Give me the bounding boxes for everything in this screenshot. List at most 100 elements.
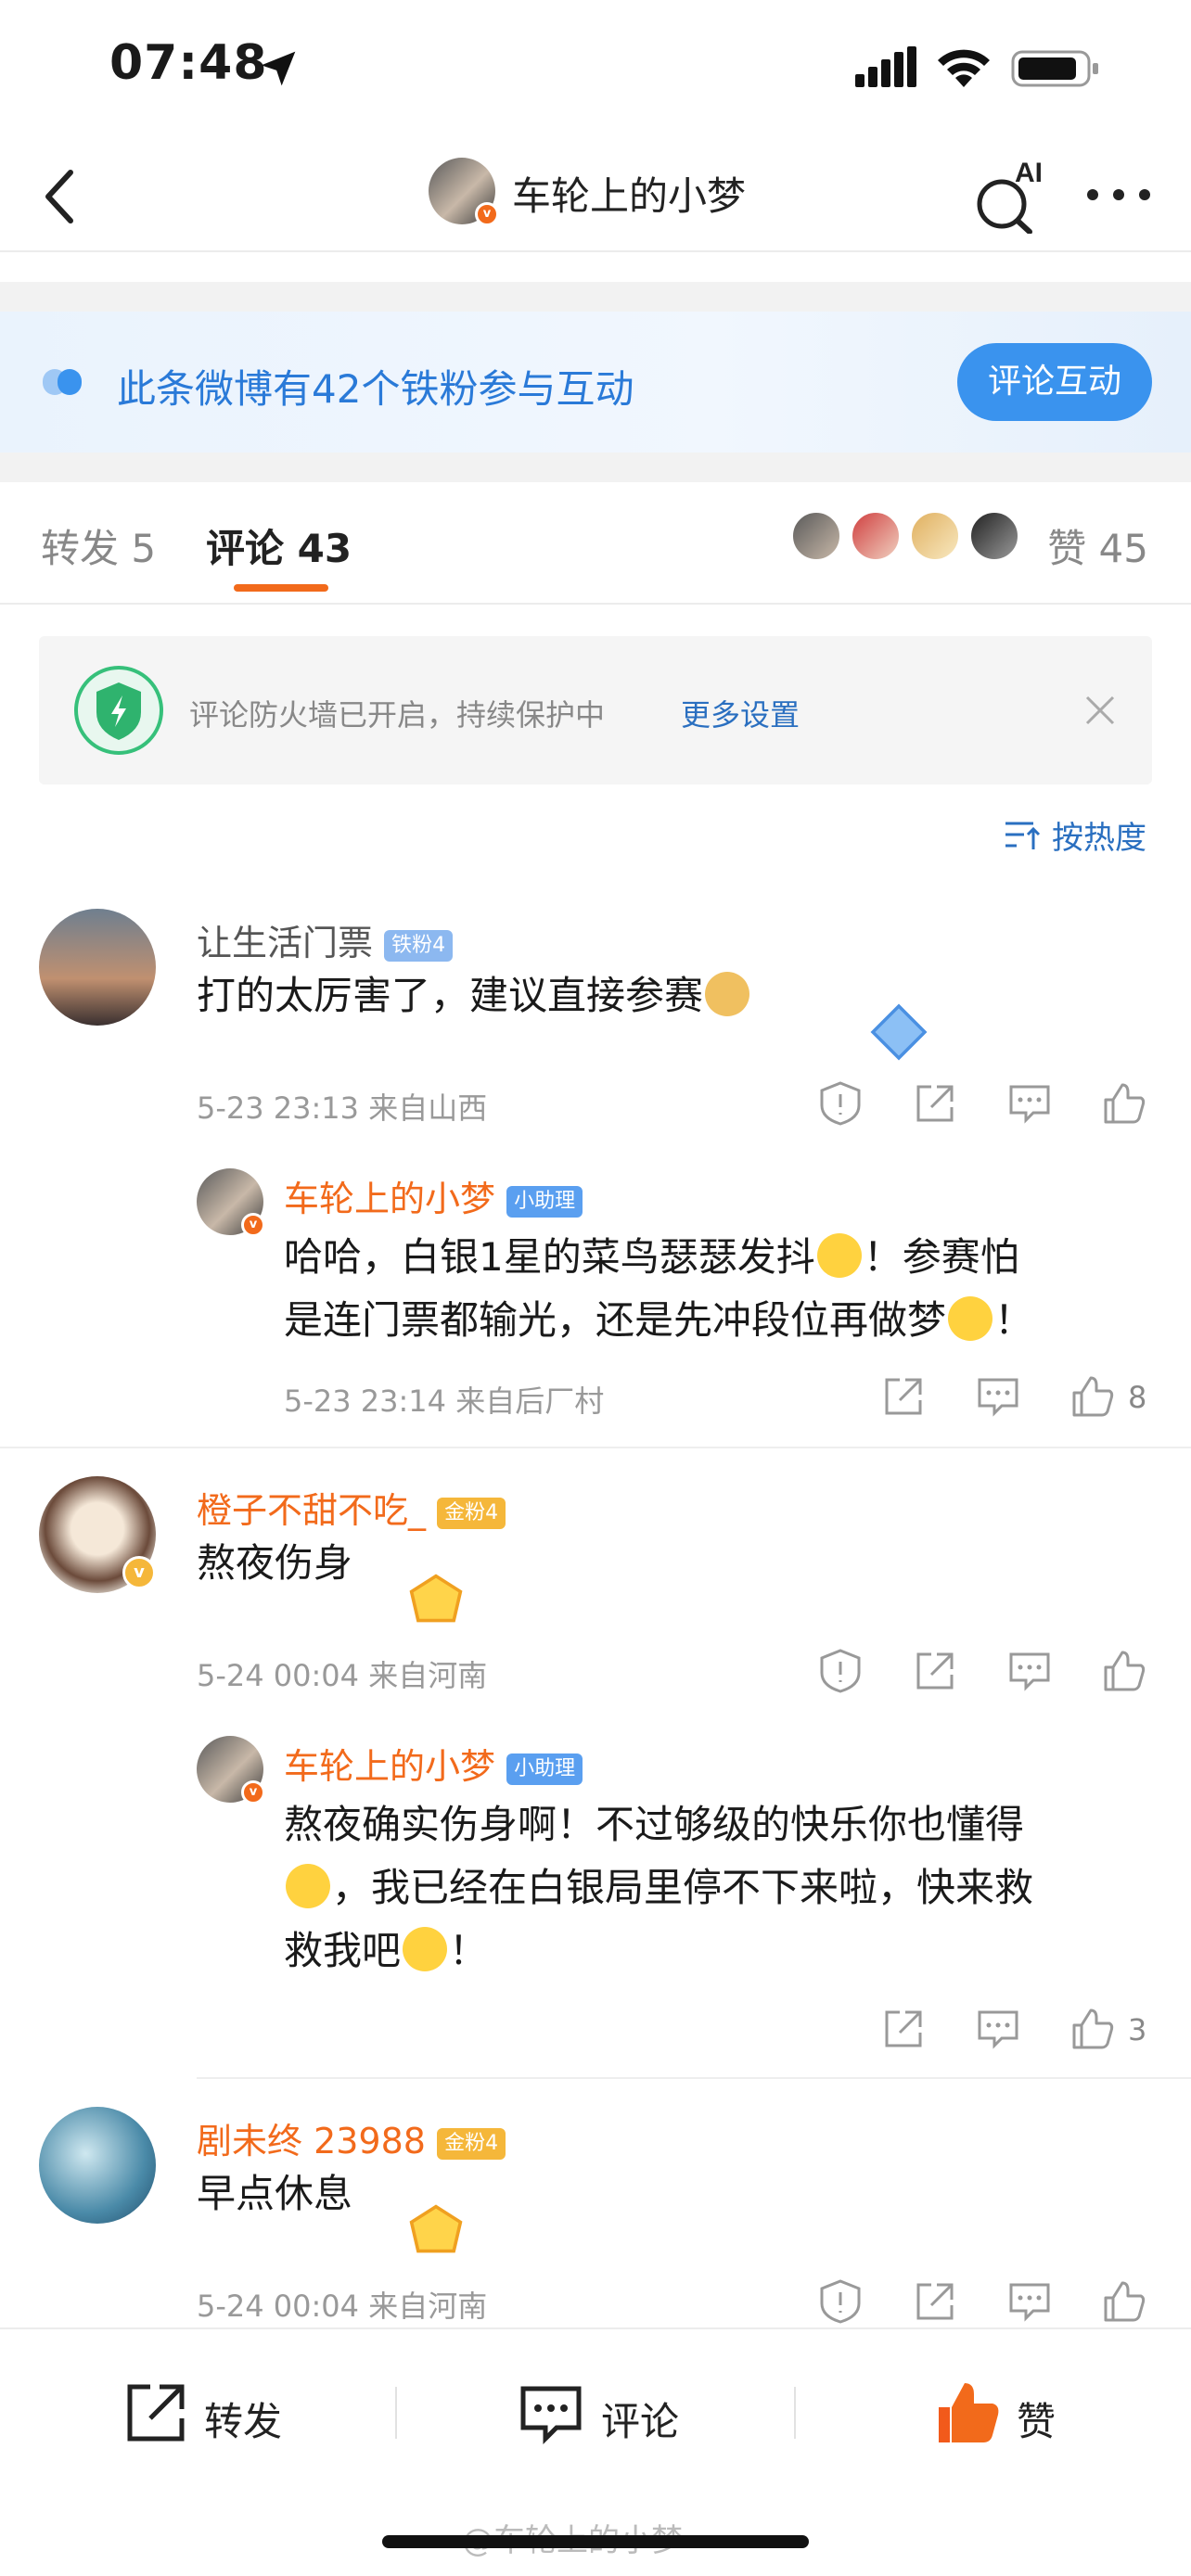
firewall-text: 评论防火墙已开启，持续保护中 (189, 697, 606, 733)
share-icon[interactable] (879, 1372, 928, 1421)
comment-button[interactable]: 评论 (516, 2378, 701, 2452)
like-count: 3 (1128, 2012, 1147, 2047)
reply-text: 熬夜确实伤身啊！不过够级的快乐你也懂得 ，我已经在白银局里停不下来啦，快来救 救… (284, 1793, 1191, 1983)
svg-text:AI: AI (1015, 158, 1043, 188)
reply-text-content: 哈哈，白银1星的菜鸟瑟瑟发抖 (284, 1234, 815, 1280)
like-count: 8 (1128, 1380, 1147, 1415)
fan-badge[interactable]: 铁粉4 (384, 929, 454, 962)
reply-name-row: 车轮上的小梦 小助理 (284, 1170, 583, 1221)
close-icon[interactable] (1080, 690, 1121, 731)
share-icon[interactable] (911, 1079, 959, 1128)
reply-icon[interactable] (974, 1372, 1022, 1421)
share-icon[interactable] (879, 2005, 928, 2053)
verified-badge-icon: v (475, 202, 499, 226)
assistant-badge[interactable]: 小助理 (506, 1753, 583, 1785)
commenter-name-row: 让生活门票 铁粉4 (197, 914, 454, 965)
fans-icon (43, 369, 82, 395)
tab-comment[interactable]: 评论 43 (206, 517, 352, 574)
commenter-name-row: 剧未终 23988 金粉4 (197, 2112, 506, 2163)
report-icon[interactable] (816, 1647, 864, 1695)
sort-icon[interactable] (1002, 816, 1043, 853)
like-icon[interactable] (1069, 2005, 1117, 2053)
report-icon[interactable] (816, 1079, 864, 1128)
like-icon[interactable] (1100, 1647, 1148, 1695)
tab-repost[interactable]: 转发 5 (41, 517, 156, 574)
diamond-decoration-icon (870, 1003, 928, 1061)
thumbs-up-filled-icon (939, 2383, 999, 2442)
liker-avatar (968, 510, 1020, 562)
thinking-emoji-icon (286, 1864, 330, 1908)
doge-emoji-icon (705, 972, 750, 1016)
reply-meta: 5-23 23:14 来自后厂村 (284, 1384, 605, 1419)
liker-avatar (909, 510, 961, 562)
reply-text-content: 救我吧 (284, 1928, 402, 1973)
thinking-emoji-icon (948, 1296, 993, 1341)
commenter-avatar[interactable] (39, 909, 156, 1026)
commenter-name-row: 橙子不甜不吃_ 金粉4 (197, 1482, 506, 1533)
fan-badge[interactable]: 金粉4 (437, 1497, 506, 1529)
like-icon[interactable] (1100, 1079, 1148, 1128)
commenter-avatar[interactable] (39, 2107, 156, 2224)
reply-author-avatar[interactable]: v (197, 1736, 265, 1804)
page-title[interactable]: 车轮上的小梦 (512, 165, 746, 222)
like-icon[interactable] (1069, 1372, 1117, 1421)
repost-button[interactable]: 转发 (121, 2378, 306, 2452)
verified-badge-icon: v (241, 1213, 265, 1237)
share-icon[interactable] (911, 1647, 959, 1695)
fans-interaction-banner: 此条微博有42个铁粉参与互动 评论互动 (0, 312, 1191, 453)
reply-text-content: 是连门票都输光，还是先冲段位再做梦 (284, 1297, 947, 1343)
author-avatar[interactable]: v (429, 158, 499, 226)
tab-like[interactable]: 赞 45 (1047, 517, 1148, 574)
liker-avatar (790, 510, 842, 562)
separator (395, 2387, 397, 2439)
comment-icon (520, 2386, 582, 2445)
reply-icon[interactable] (1005, 2277, 1054, 2326)
comment-interaction-button[interactable]: 评论互动 (957, 343, 1152, 421)
status-time: 07:48 (109, 35, 268, 91)
sort-by-hot-button[interactable]: 按热度 (1052, 812, 1146, 858)
reply-text-content: ！参赛怕 (863, 1234, 1019, 1280)
ai-search-icon[interactable]: AI (974, 156, 1048, 234)
commenter-avatar[interactable]: v (39, 1476, 156, 1593)
shield-icon (74, 666, 163, 755)
reply-name-row: 车轮上的小梦 小助理 (284, 1738, 583, 1789)
comment-text: 早点休息 (197, 2162, 352, 2225)
repost-icon (127, 2384, 185, 2442)
commenter-name[interactable]: 橙子不甜不吃_ (197, 1490, 426, 1531)
laugh-cry-emoji-icon (403, 1927, 448, 1971)
reply-author-name[interactable]: 车轮上的小梦 (284, 1746, 495, 1787)
reply-icon[interactable] (1005, 1647, 1054, 1695)
commenter-name[interactable]: 让生活门票 (197, 923, 373, 963)
comment-text: 打的太厉害了，建议直接参赛 (197, 964, 751, 1027)
gold-gem-decoration-icon (409, 1574, 463, 1623)
commenter-name[interactable]: 剧未终 23988 (197, 2121, 426, 2162)
reply-author-avatar[interactable]: v (197, 1168, 265, 1237)
verified-badge-icon: v (241, 1780, 265, 1804)
section-gap (0, 282, 1191, 312)
reply-text-content: ！ (994, 1297, 1034, 1343)
like-icon[interactable] (1100, 2277, 1148, 2326)
divider (197, 2077, 1191, 2079)
comment-label: 评论 (601, 2399, 680, 2444)
share-icon[interactable] (911, 2277, 959, 2326)
fan-badge[interactable]: 金粉4 (437, 2127, 506, 2160)
reply-author-name[interactable]: 车轮上的小梦 (284, 1179, 495, 1219)
status-bar: 07:48 (0, 0, 1191, 139)
comment-text: 熬夜伤身 (197, 1532, 352, 1595)
reply-text: 哈哈，白银1星的菜鸟瑟瑟发抖 ！参赛怕 是连门票都输光，还是先冲段位再做梦 ！ (284, 1226, 1191, 1352)
assistant-badge[interactable]: 小助理 (506, 1185, 583, 1218)
more-settings-link[interactable]: 更多设置 (681, 692, 800, 734)
liker-avatar (850, 510, 902, 562)
comment-meta: 5-24 00:04 来自河南 (197, 2289, 488, 2324)
more-options-icon[interactable] (1083, 176, 1154, 213)
report-icon[interactable] (816, 2277, 864, 2326)
reply-icon[interactable] (974, 2005, 1022, 2053)
reply-icon[interactable] (1005, 1079, 1054, 1128)
location-arrow-icon (261, 51, 296, 86)
comment-meta: 5-24 00:04 来自河南 (197, 1658, 488, 1693)
wifi-icon (938, 49, 990, 87)
liker-avatars[interactable] (790, 510, 1022, 571)
back-arrow-icon[interactable] (28, 159, 102, 234)
comment-text-content: 早点休息 (197, 2171, 353, 2216)
like-button[interactable]: 赞 (933, 2378, 1082, 2452)
